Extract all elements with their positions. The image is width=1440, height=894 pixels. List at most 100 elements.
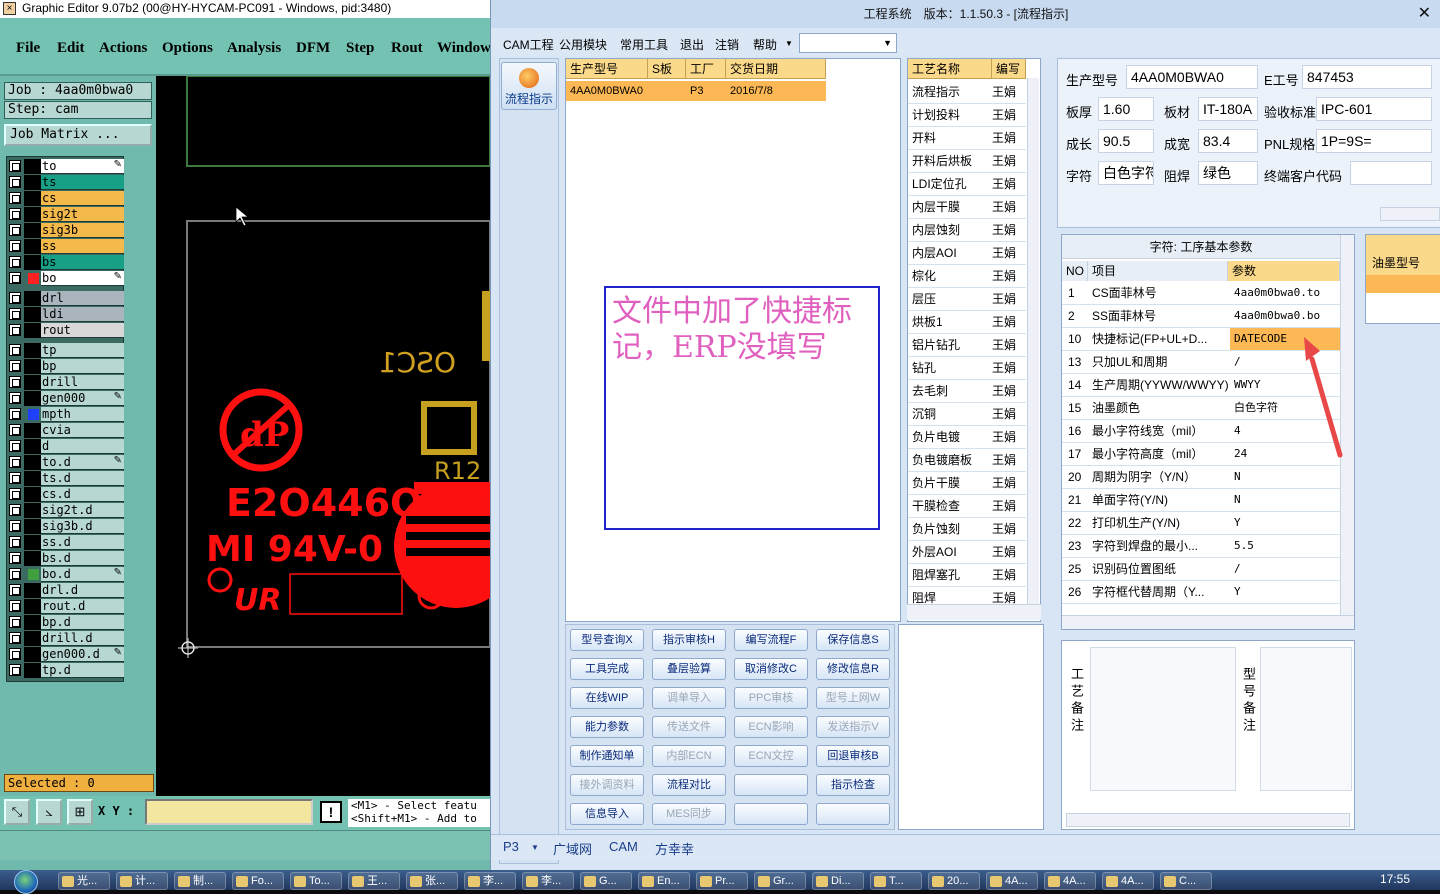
layer-row[interactable]: sig3b: [7, 223, 125, 238]
layer-checkbox[interactable]: [9, 584, 21, 596]
taskbar-item[interactable]: Pr...: [696, 872, 748, 890]
action-button[interactable]: PPC审核: [734, 687, 808, 709]
layer-checkbox[interactable]: [9, 292, 21, 304]
process-row[interactable]: 开料后烘板 王娟: [908, 150, 1026, 173]
menu-window[interactable]: Window: [437, 40, 491, 57]
action-button[interactable]: 编写流程F: [734, 629, 808, 651]
action-button[interactable]: 工具完成: [570, 658, 644, 680]
alert-icon[interactable]: !: [320, 801, 342, 823]
action-button[interactable]: 保存信息S: [816, 629, 890, 651]
layer-color-swatch[interactable]: [24, 343, 41, 358]
order-cell-model[interactable]: 4AA0M0BWA0: [566, 81, 648, 101]
process-hscrollbar[interactable]: [907, 604, 1041, 620]
layer-checkbox[interactable]: [9, 552, 21, 564]
layer-row[interactable]: bo ✎: [7, 271, 125, 286]
layer-checkbox[interactable]: [9, 472, 21, 484]
action-button[interactable]: 回退审核B: [816, 745, 890, 767]
taskbar-item[interactable]: 王...: [348, 872, 400, 890]
model-memo-field[interactable]: [1260, 647, 1352, 791]
layer-row[interactable]: cs.d: [7, 487, 125, 502]
process-row[interactable]: 钻孔 王娟: [908, 357, 1026, 380]
layer-row[interactable]: ldi: [7, 307, 125, 322]
layer-color-swatch[interactable]: [24, 359, 41, 374]
layer-checkbox[interactable]: [9, 632, 21, 644]
layer-checkbox[interactable]: [9, 344, 21, 356]
layer-row[interactable]: ss.d: [7, 535, 125, 550]
layer-color-swatch[interactable]: [24, 487, 41, 502]
taskbar-item[interactable]: 计...: [116, 872, 168, 890]
layer-color-swatch[interactable]: [24, 255, 41, 270]
process-row[interactable]: 内层蚀刻 王娟: [908, 219, 1026, 242]
layer-row[interactable]: to ✎: [7, 159, 125, 174]
col-no[interactable]: NO: [1062, 261, 1088, 281]
layer-row[interactable]: rout.d: [7, 599, 125, 614]
action-button[interactable]: MES同步: [652, 803, 726, 825]
action-button[interactable]: 型号查询X: [570, 629, 644, 651]
layer-row[interactable]: rout: [7, 323, 125, 338]
menu-cam-project[interactable]: CAM工程: [503, 36, 554, 53]
layer-color-swatch[interactable]: [24, 535, 41, 550]
taskbar-item[interactable]: 李...: [464, 872, 516, 890]
coordinate-input[interactable]: [145, 799, 313, 825]
layer-checkbox[interactable]: [9, 392, 21, 404]
layer-checkbox[interactable]: [9, 456, 21, 468]
legend-field[interactable]: 白色字符: [1098, 161, 1154, 185]
param-row[interactable]: 2 SS面菲林号 4aa0m0bwa0.bo: [1062, 305, 1340, 328]
layer-row[interactable]: sig3b.d: [7, 519, 125, 534]
taskbar-item[interactable]: En...: [638, 872, 690, 890]
layer-checkbox[interactable]: [9, 520, 21, 532]
layer-checkbox[interactable]: [9, 256, 21, 268]
material-field[interactable]: IT-180A: [1198, 97, 1258, 121]
col-process-name[interactable]: 工艺名称: [908, 59, 992, 79]
process-row[interactable]: LDI定位孔 王娟: [908, 173, 1026, 196]
param-row[interactable]: 21 单面字符(Y/N) N: [1062, 489, 1340, 512]
menu-exit[interactable]: 退出: [680, 36, 704, 53]
menu-actions[interactable]: Actions: [99, 40, 147, 57]
layer-row[interactable]: drill.d: [7, 631, 125, 646]
layer-row[interactable]: ts: [7, 175, 125, 190]
layer-checkbox[interactable]: [9, 160, 21, 172]
taskbar-item[interactable]: Gr...: [754, 872, 806, 890]
action-button[interactable]: 发送指示V: [816, 716, 890, 738]
action-button[interactable]: 叠层验算: [652, 658, 726, 680]
action-button[interactable]: ECN文控: [734, 745, 808, 767]
layer-checkbox[interactable]: [9, 440, 21, 452]
standard-field[interactable]: IPC-601: [1316, 97, 1432, 121]
factory-selector[interactable]: P3: [503, 839, 519, 854]
taskbar-item[interactable]: T...: [870, 872, 922, 890]
taskbar-item[interactable]: 制...: [174, 872, 226, 890]
param-value[interactable]: N: [1230, 489, 1340, 511]
layer-color-swatch[interactable]: [24, 423, 41, 438]
layer-checkbox[interactable]: [9, 424, 21, 436]
taskbar-item[interactable]: Di...: [812, 872, 864, 890]
process-row[interactable]: 沉铜 王娟: [908, 403, 1026, 426]
menu-help[interactable]: 帮助: [753, 36, 777, 53]
action-button[interactable]: 调单导入: [652, 687, 726, 709]
action-button[interactable]: 接外调资料: [570, 774, 644, 796]
col-factory[interactable]: 工厂: [686, 59, 726, 79]
layer-row[interactable]: drl.d: [7, 583, 125, 598]
menu-analysis[interactable]: Analysis: [227, 40, 281, 57]
layer-color-swatch[interactable]: [24, 455, 41, 470]
taskbar-item[interactable]: 光...: [58, 872, 110, 890]
action-button[interactable]: 制作通知单: [570, 745, 644, 767]
layer-color-swatch[interactable]: [24, 291, 41, 306]
order-cell-s-board[interactable]: [648, 81, 686, 101]
layer-checkbox[interactable]: [9, 272, 21, 284]
param-row[interactable]: 1 CS面菲林号 4aa0m0bwa0.to: [1062, 282, 1340, 305]
param-row[interactable]: 14 生产周期(YYWW/WWYY) WWYY: [1062, 374, 1340, 397]
layer-color-swatch[interactable]: [24, 323, 41, 338]
process-scrollbar[interactable]: [1027, 78, 1039, 604]
col-param[interactable]: 参数: [1228, 261, 1340, 281]
process-row[interactable]: 铝片钻孔 王娟: [908, 334, 1026, 357]
action-button[interactable]: [816, 803, 890, 825]
ink-type-header[interactable]: 油墨型号: [1366, 235, 1440, 275]
layer-color-swatch[interactable]: [24, 631, 41, 646]
order-cell-factory[interactable]: P3: [686, 81, 726, 101]
layer-color-swatch[interactable]: [24, 615, 41, 630]
layer-row[interactable]: to.d ✎: [7, 455, 125, 470]
action-button[interactable]: 指示审核H: [652, 629, 726, 651]
param-row[interactable]: 15 油墨颜色 白色字符: [1062, 397, 1340, 420]
layer-checkbox[interactable]: [9, 648, 21, 660]
action-button[interactable]: 在线WIP: [570, 687, 644, 709]
